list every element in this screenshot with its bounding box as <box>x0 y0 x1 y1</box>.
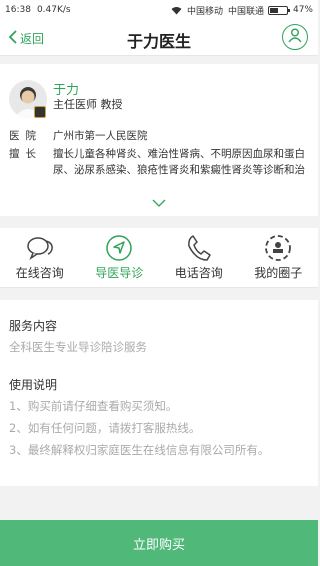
status-bar: 16:38 0.47K/s 中国移动 中国联通 47% <box>0 0 318 20</box>
service-text: 全科医生专业导诊陪诊服务 <box>9 340 147 354</box>
service-details: 服务内容 全科医生专业导诊陪诊服务 使用说明 1、购买前请仔细查看购买须知。 2… <box>0 300 318 486</box>
specialty-row: 擅长 擅长儿童各种肾炎、难治性肾病、不明原因血尿和蛋白尿、泌尿系感染、狼疮性肾炎… <box>9 146 308 178</box>
specialty-label: 擅长 <box>9 148 42 160</box>
buy-now-button[interactable]: 立即购买 <box>0 520 318 566</box>
badge-icon <box>34 106 46 118</box>
tab-my-circle[interactable]: 我的圈子 <box>239 228 319 287</box>
hospital-row: 医院 广州市第一人民医院 <box>9 128 308 144</box>
service-tabs: 在线咨询 导医导诊 电话咨询 我的圈子 <box>0 228 318 288</box>
chat-bubbles-icon <box>26 234 54 262</box>
usage-item: 1、购买前请仔细查看购买须知。 <box>9 399 178 413</box>
status-time: 16:38 <box>5 5 31 15</box>
usage-heading: 使用说明 <box>9 378 58 392</box>
nav-bar: 返回 于力医生 <box>0 20 318 56</box>
chevron-down-icon[interactable] <box>152 192 166 211</box>
user-icon <box>287 27 303 47</box>
page-title: 于力医生 <box>126 32 191 51</box>
tab-label: 导医导诊 <box>95 266 144 280</box>
usage-item: 2、如有任何问题，请拨打客服热线。 <box>9 421 201 435</box>
battery-percent: 47% <box>292 5 313 15</box>
hospital-label: 医院 <box>9 130 42 142</box>
navigation-arrow-icon <box>105 234 133 262</box>
wifi-icon <box>171 6 182 15</box>
doctor-title: 主任医师 教授 <box>53 98 123 111</box>
tab-online-consult[interactable]: 在线咨询 <box>0 228 80 287</box>
specialty-value: 擅长儿童各种肾炎、难治性肾病、不明原因血尿和蛋白尿、泌尿系感染、狼疮性肾炎和紫癜… <box>53 148 305 176</box>
doctor-card: 于力 主任医师 教授 医院 广州市第一人民医院 擅长 擅长儿童各种肾炎、难治性肾… <box>0 64 318 216</box>
tab-label: 我的圈子 <box>254 266 303 280</box>
carrier-1: 中国移动 <box>186 6 223 17</box>
network-speed: 0.47K/s <box>36 5 71 15</box>
tab-label: 在线咨询 <box>15 266 64 280</box>
service-heading: 服务内容 <box>9 319 58 333</box>
usage-item: 3、最终解释权归家庭医生在线信息有限公司所有。 <box>9 443 270 457</box>
tab-phone-consult[interactable]: 电话咨询 <box>159 228 239 287</box>
user-profile-button[interactable] <box>282 24 308 50</box>
tab-label: 电话咨询 <box>174 266 223 280</box>
carrier-2: 中国联通 <box>227 6 264 17</box>
phone-icon <box>186 234 212 262</box>
battery-icon <box>267 5 290 15</box>
hospital-value: 广州市第一人民医院 <box>53 130 148 142</box>
circle-group-icon <box>264 234 292 262</box>
tab-guide[interactable]: 导医导诊 <box>80 228 160 287</box>
